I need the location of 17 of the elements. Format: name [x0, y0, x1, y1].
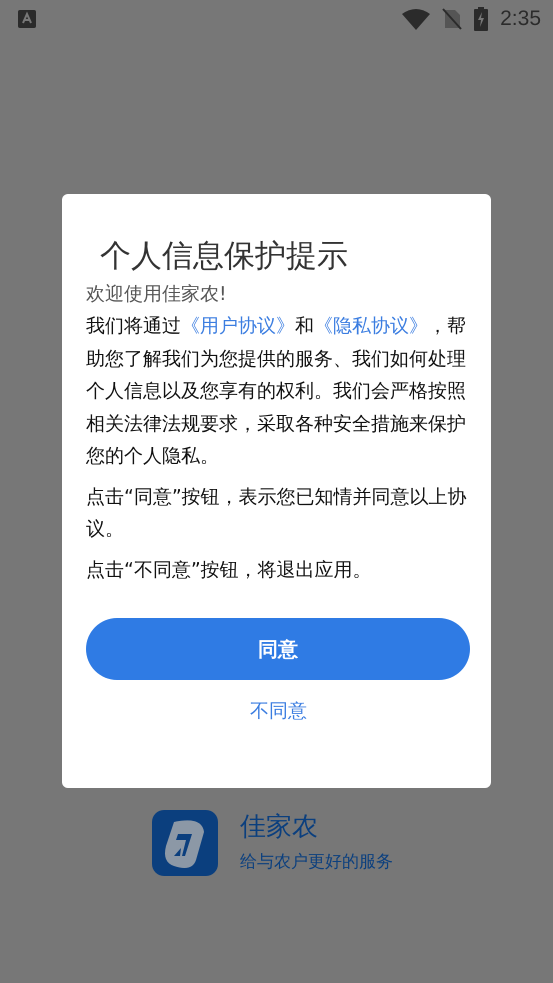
agreement-link[interactable]: 《用户协议》: [181, 315, 295, 337]
dialog-title: 个人信息保护提示: [99, 237, 349, 276]
app-logo-icon: [152, 810, 218, 876]
app-slogan: 给与农户更好的服务: [240, 851, 393, 873]
app-name: 佳家农: [240, 811, 319, 844]
agree-button[interactable]: 同意: [86, 618, 470, 680]
keyboard-icon: [18, 10, 36, 28]
decline-link[interactable]: 不同意: [250, 698, 307, 724]
status-time: 2:35: [500, 7, 541, 31]
battery-charging-icon: [474, 7, 488, 31]
wifi-icon: [402, 8, 430, 30]
agreement-link[interactable]: 《隐私协议》: [314, 315, 428, 337]
welcome-text: 欢迎使用佳家农!: [86, 282, 228, 307]
no-sim-icon: [442, 8, 462, 30]
dialog-paragraph: 点击“同意”按钮，表示您已知情并同意以上协议。: [86, 484, 468, 542]
dialog-paragraph: 点击“不同意”按钮，将退出应用。: [86, 558, 373, 582]
dialog-paragraph: 我们将通过《用户协议》和《隐私协议》，帮助您了解我们为您提供的服务、我们如何处理个人信息以及您享有的权利。我们会严格按照相关法律法规要求，采取各种安全措施来保护您的个人隐私。: [86, 314, 467, 469]
